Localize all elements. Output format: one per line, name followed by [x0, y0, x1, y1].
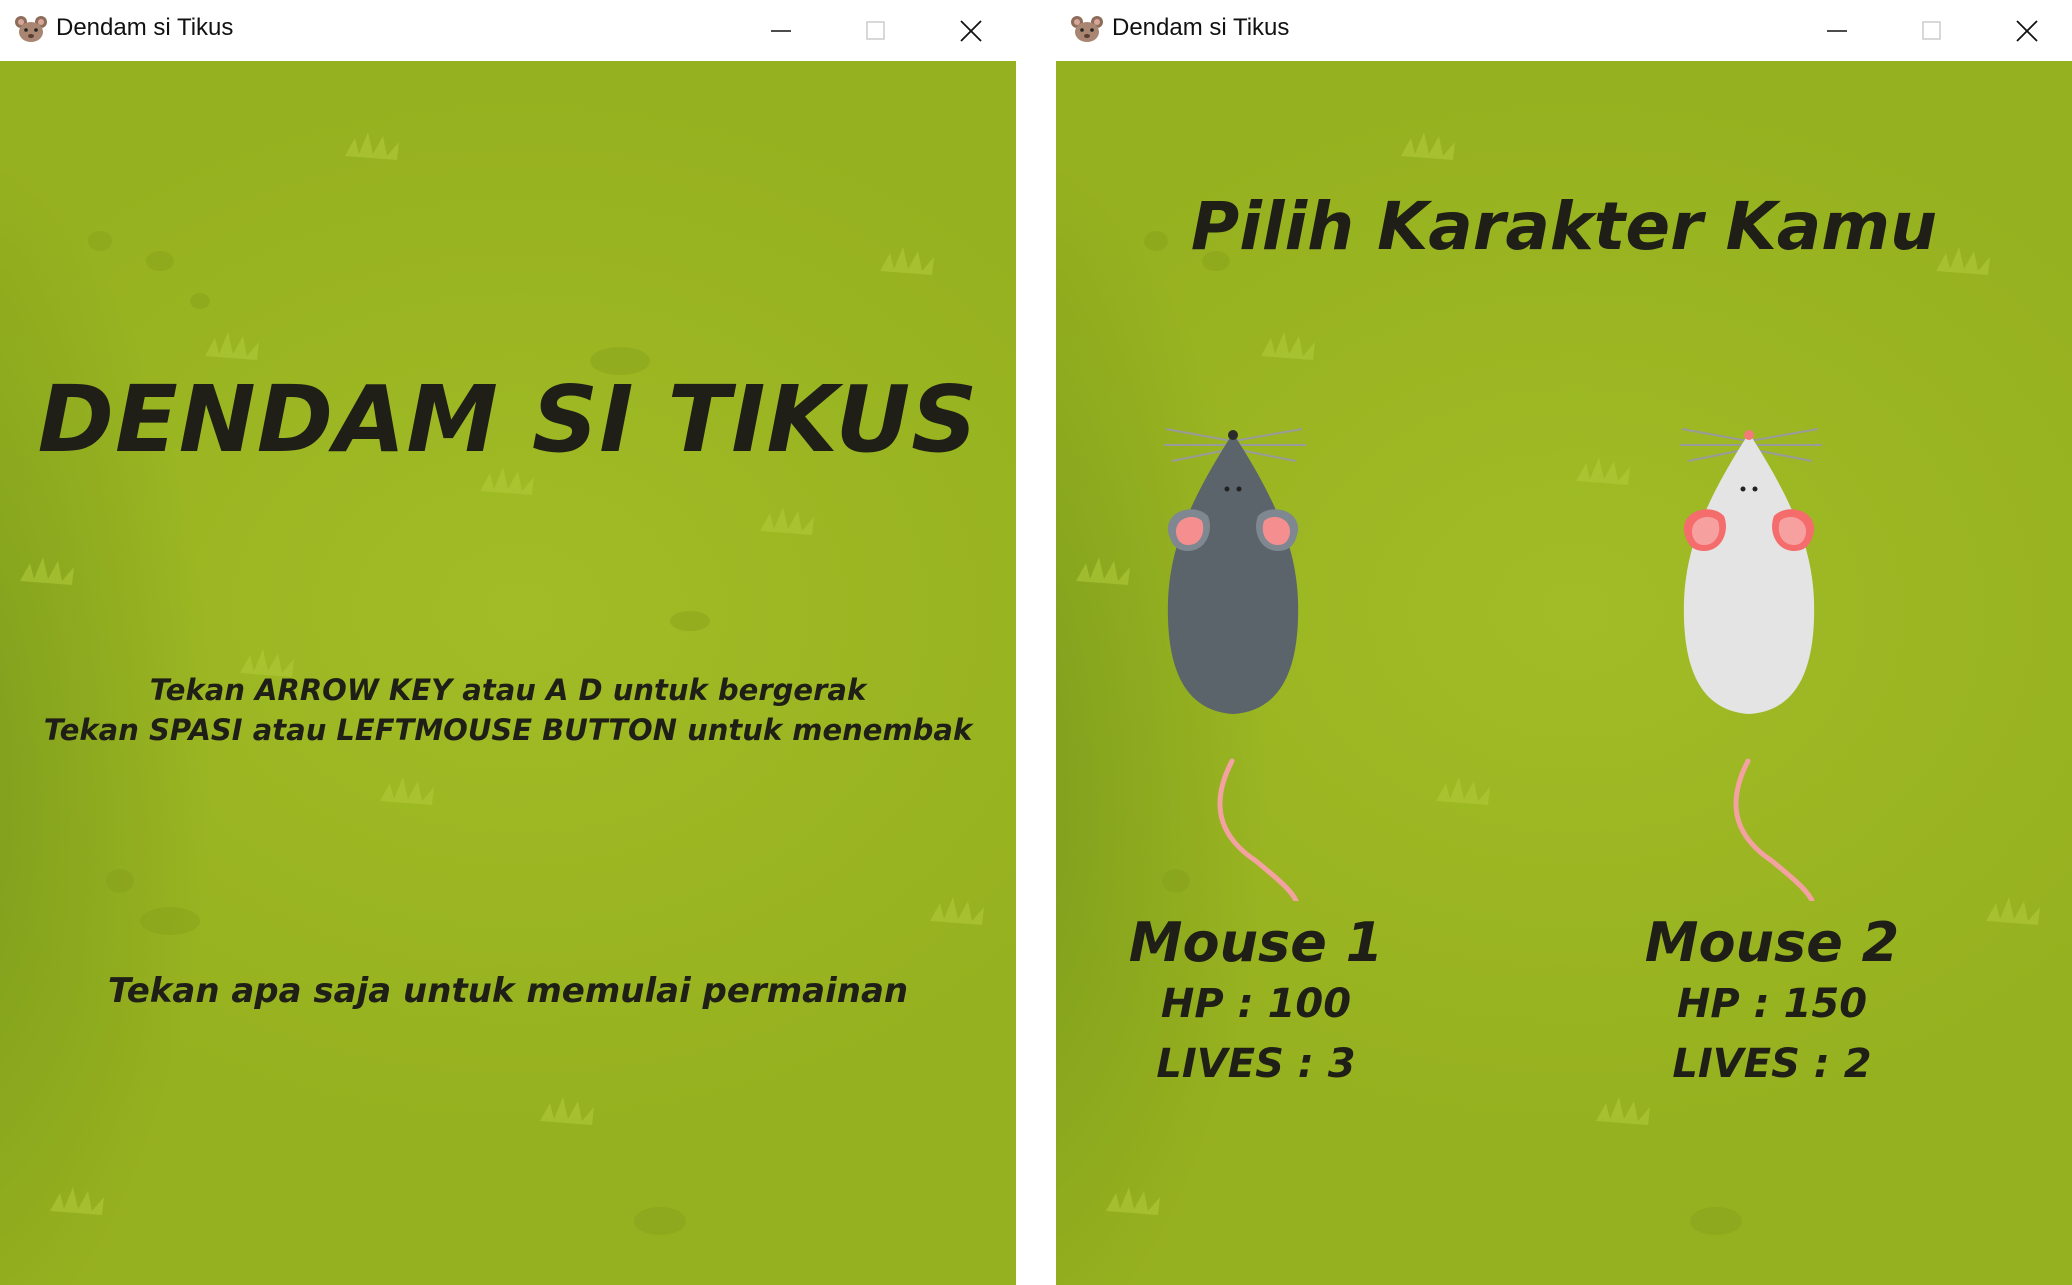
close-icon: [960, 19, 982, 42]
minimize-button[interactable]: [1792, 0, 1882, 61]
maximize-button[interactable]: [1887, 0, 1977, 61]
instruction-move: Tekan ARROW KEY atau A D untuk bergerak: [149, 673, 867, 707]
window-titlebar[interactable]: Dendam si Tikus: [0, 0, 1016, 61]
title-screen-window: Dendam si Tikus DENDAM SI TIKUS Tekan AR…: [0, 0, 1016, 1285]
mouse-face-icon: [1071, 16, 1103, 42]
character-lives: LIVES : 2: [1672, 1041, 1872, 1087]
window-title: Dendam si Tikus: [56, 14, 234, 41]
character-card-mouse-2[interactable]: Mouse 2 HP : 150 LIVES : 2: [1572, 341, 1972, 1101]
game-canvas[interactable]: DENDAM SI TIKUS Tekan ARROW KEY atau A D…: [0, 61, 1016, 1285]
white-mouse-sprite: [1680, 428, 1822, 901]
window-titlebar[interactable]: Dendam si Tikus: [1056, 0, 2072, 61]
maximize-button[interactable]: [831, 0, 921, 61]
instruction-shoot: Tekan SPASI atau LEFTMOUSE BUTTON untuk …: [43, 713, 973, 747]
minimize-icon: [1827, 29, 1847, 32]
close-button[interactable]: [1982, 0, 2072, 61]
mouse-face-icon: [15, 16, 47, 42]
maximize-icon: [866, 20, 885, 40]
character-name: Mouse 2: [1644, 911, 1900, 974]
minimize-button[interactable]: [736, 0, 826, 61]
character-select-window: Dendam si Tikus Pilih Karakter Kamu Mous…: [1056, 0, 2072, 1285]
close-icon: [2016, 19, 2038, 42]
character-lives: LIVES : 3: [1156, 1041, 1356, 1087]
close-button[interactable]: [926, 0, 1016, 61]
character-card-mouse-1[interactable]: Mouse 1 HP : 100 LIVES : 3: [1056, 341, 1456, 1101]
window-title: Dendam si Tikus: [1112, 14, 1290, 41]
gray-mouse-sprite: [1164, 428, 1306, 901]
character-select-heading: Pilih Karakter Kamu: [1190, 188, 1938, 265]
maximize-icon: [1922, 20, 1941, 40]
minimize-icon: [771, 29, 791, 32]
character-name: Mouse 1: [1128, 911, 1384, 974]
character-hp: HP : 100: [1160, 981, 1352, 1027]
game-title: DENDAM SI TIKUS: [37, 366, 979, 473]
start-prompt: Tekan apa saja untuk memulai permainan: [107, 971, 909, 1011]
game-canvas[interactable]: Pilih Karakter Kamu Mouse 1 HP : 100 LIV…: [1056, 61, 2072, 1285]
character-hp: HP : 150: [1676, 981, 1868, 1027]
